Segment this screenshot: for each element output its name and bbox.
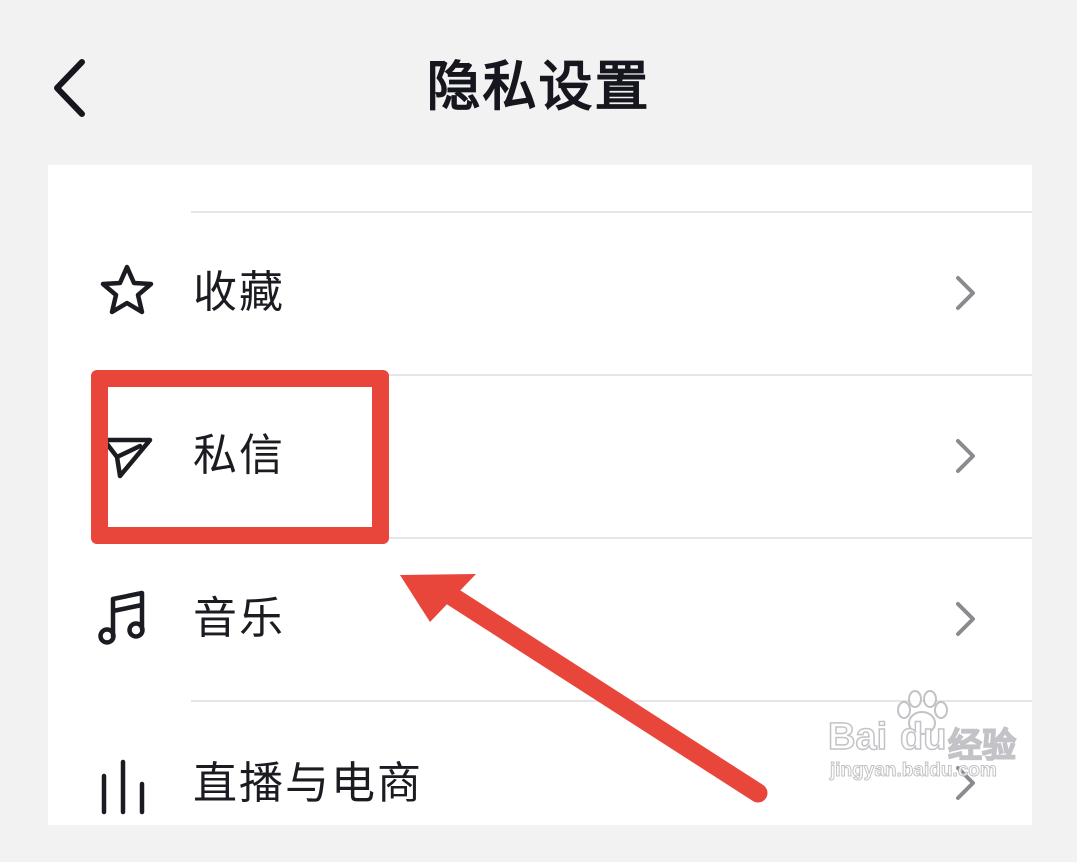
setting-label: 音乐 bbox=[193, 593, 285, 644]
star-icon bbox=[100, 264, 154, 315]
music-note-icon bbox=[98, 590, 145, 645]
chevron-right-icon bbox=[956, 602, 975, 636]
setting-row-favorites[interactable]: 收藏 bbox=[48, 213, 1032, 373]
watermark-brand: Bai bbox=[827, 715, 888, 759]
header: 隐私设置 bbox=[0, 0, 1077, 165]
page-title: 隐私设置 bbox=[426, 55, 651, 118]
chevron-right-icon bbox=[956, 276, 975, 310]
setting-label: 收藏 bbox=[193, 267, 285, 318]
setting-label: 直播与电商 bbox=[193, 758, 423, 809]
setting-row-music[interactable]: 音乐 bbox=[48, 539, 1032, 699]
watermark-url: jingyan.baidu.com bbox=[830, 760, 998, 782]
chevron-right-icon bbox=[956, 439, 975, 473]
watermark-brand-end: du bbox=[899, 715, 947, 759]
highlight-box bbox=[91, 370, 389, 544]
watermark: Bai du 经验 jingyan.baidu.com bbox=[827, 688, 1028, 788]
